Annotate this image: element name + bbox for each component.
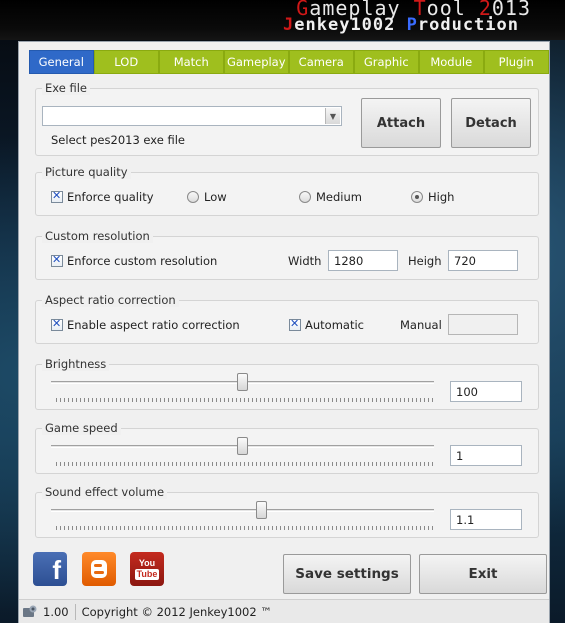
tab-general[interactable]: General: [29, 50, 94, 74]
game-speed-input[interactable]: 1: [450, 445, 522, 466]
exe-file-combo[interactable]: ▼: [42, 106, 342, 126]
custom-resolution-group: Custom resolution Enforce custom resolut…: [35, 229, 539, 280]
enforce-resolution-checkbox[interactable]: Enforce custom resolution: [51, 253, 217, 268]
exit-button[interactable]: Exit: [419, 554, 547, 594]
brightness-slider-thumb[interactable]: [237, 373, 248, 391]
radio-selected-icon[interactable]: [411, 191, 423, 203]
quality-radio-high[interactable]: High: [411, 190, 454, 204]
picture-quality-title: Picture quality: [42, 165, 131, 179]
app-status-icon: [23, 605, 37, 617]
status-divider: [74, 603, 76, 620]
enable-aspect-checkbox[interactable]: Enable aspect ratio correction: [51, 317, 240, 332]
game-speed-slider-thumb[interactable]: [237, 437, 248, 455]
sound-volume-ticks: [56, 526, 434, 530]
copyright-text: Copyright © 2012 Jenkey1002 ™: [81, 604, 272, 619]
manual-label: Manual: [400, 318, 442, 332]
checkbox-checked-icon[interactable]: [289, 317, 301, 331]
youtube-icon[interactable]: You Tube: [130, 552, 164, 586]
height-label: Heigh: [408, 254, 442, 268]
tab-match[interactable]: Match: [159, 50, 224, 74]
brightness-input[interactable]: 100: [450, 381, 522, 402]
enforce-quality-checkbox[interactable]: Enforce quality: [51, 189, 154, 204]
tab-graphic[interactable]: Graphic: [354, 50, 419, 74]
tab-camera[interactable]: Camera: [289, 50, 354, 74]
aspect-ratio-group: Aspect ratio correction Enable aspect ra…: [35, 293, 539, 344]
width-label: Width: [288, 254, 322, 268]
checkbox-checked-icon[interactable]: [51, 317, 63, 331]
sound-volume-title: Sound effect volume: [42, 485, 168, 499]
sound-volume-slider-track[interactable]: [51, 509, 434, 512]
tab-plugin[interactable]: Plugin: [484, 50, 549, 74]
game-speed-title: Game speed: [42, 421, 121, 435]
manual-input[interactable]: [448, 314, 518, 335]
game-speed-ticks: [56, 462, 434, 466]
height-input[interactable]: 720: [448, 250, 518, 271]
checkbox-checked-icon[interactable]: [51, 253, 63, 267]
quality-radio-low[interactable]: Low: [187, 190, 227, 204]
tab-module[interactable]: Module: [419, 50, 484, 74]
attach-button[interactable]: Attach: [361, 98, 441, 148]
version-text: 1.00: [43, 604, 69, 619]
aspect-ratio-title: Aspect ratio correction: [42, 293, 179, 307]
chevron-down-icon[interactable]: ▼: [325, 108, 340, 124]
status-bar: 1.00 Copyright © 2012 Jenkey1002 ™: [19, 599, 549, 623]
sound-volume-group: Sound effect volume 1.1: [35, 485, 539, 538]
automatic-checkbox[interactable]: Automatic: [289, 317, 364, 332]
tab-lod[interactable]: LOD: [94, 50, 159, 74]
picture-quality-group: Picture quality Enforce quality Low Medi…: [35, 165, 539, 216]
facebook-icon[interactable]: f: [33, 552, 67, 586]
exe-file-group: Exe file ▼ Select pes2013 exe file Attac…: [35, 81, 539, 156]
custom-resolution-title: Custom resolution: [42, 229, 153, 243]
radio-icon[interactable]: [299, 191, 311, 203]
brightness-title: Brightness: [42, 357, 110, 371]
brightness-ticks: [56, 398, 434, 402]
brightness-group: Brightness 100: [35, 357, 539, 410]
exe-file-title: Exe file: [42, 81, 90, 95]
quality-radio-medium[interactable]: Medium: [299, 190, 362, 204]
app-banner: Gameplay Tool 2013 Jenkey1002 Production: [0, 0, 565, 40]
tab-gameplay[interactable]: Gameplay: [224, 50, 289, 74]
checkbox-checked-icon[interactable]: [51, 189, 63, 203]
game-speed-group: Game speed 1: [35, 421, 539, 474]
sound-volume-slider-thumb[interactable]: [256, 501, 268, 519]
detach-button[interactable]: Detach: [451, 98, 531, 148]
sound-volume-input[interactable]: 1.1: [450, 509, 522, 530]
blogger-glyph: [91, 560, 107, 578]
exe-file-hint: Select pes2013 exe file: [51, 133, 185, 147]
tab-bar: General LOD Match Gameplay Camera Graphi…: [29, 50, 549, 74]
blogger-icon[interactable]: [82, 552, 116, 586]
main-window: General LOD Match Gameplay Camera Graphi…: [18, 41, 550, 623]
save-settings-button[interactable]: Save settings: [283, 554, 411, 594]
banner-subtitle: Jenkey1002 Production: [283, 15, 519, 35]
width-input[interactable]: 1280: [328, 250, 398, 271]
radio-icon[interactable]: [187, 191, 199, 203]
